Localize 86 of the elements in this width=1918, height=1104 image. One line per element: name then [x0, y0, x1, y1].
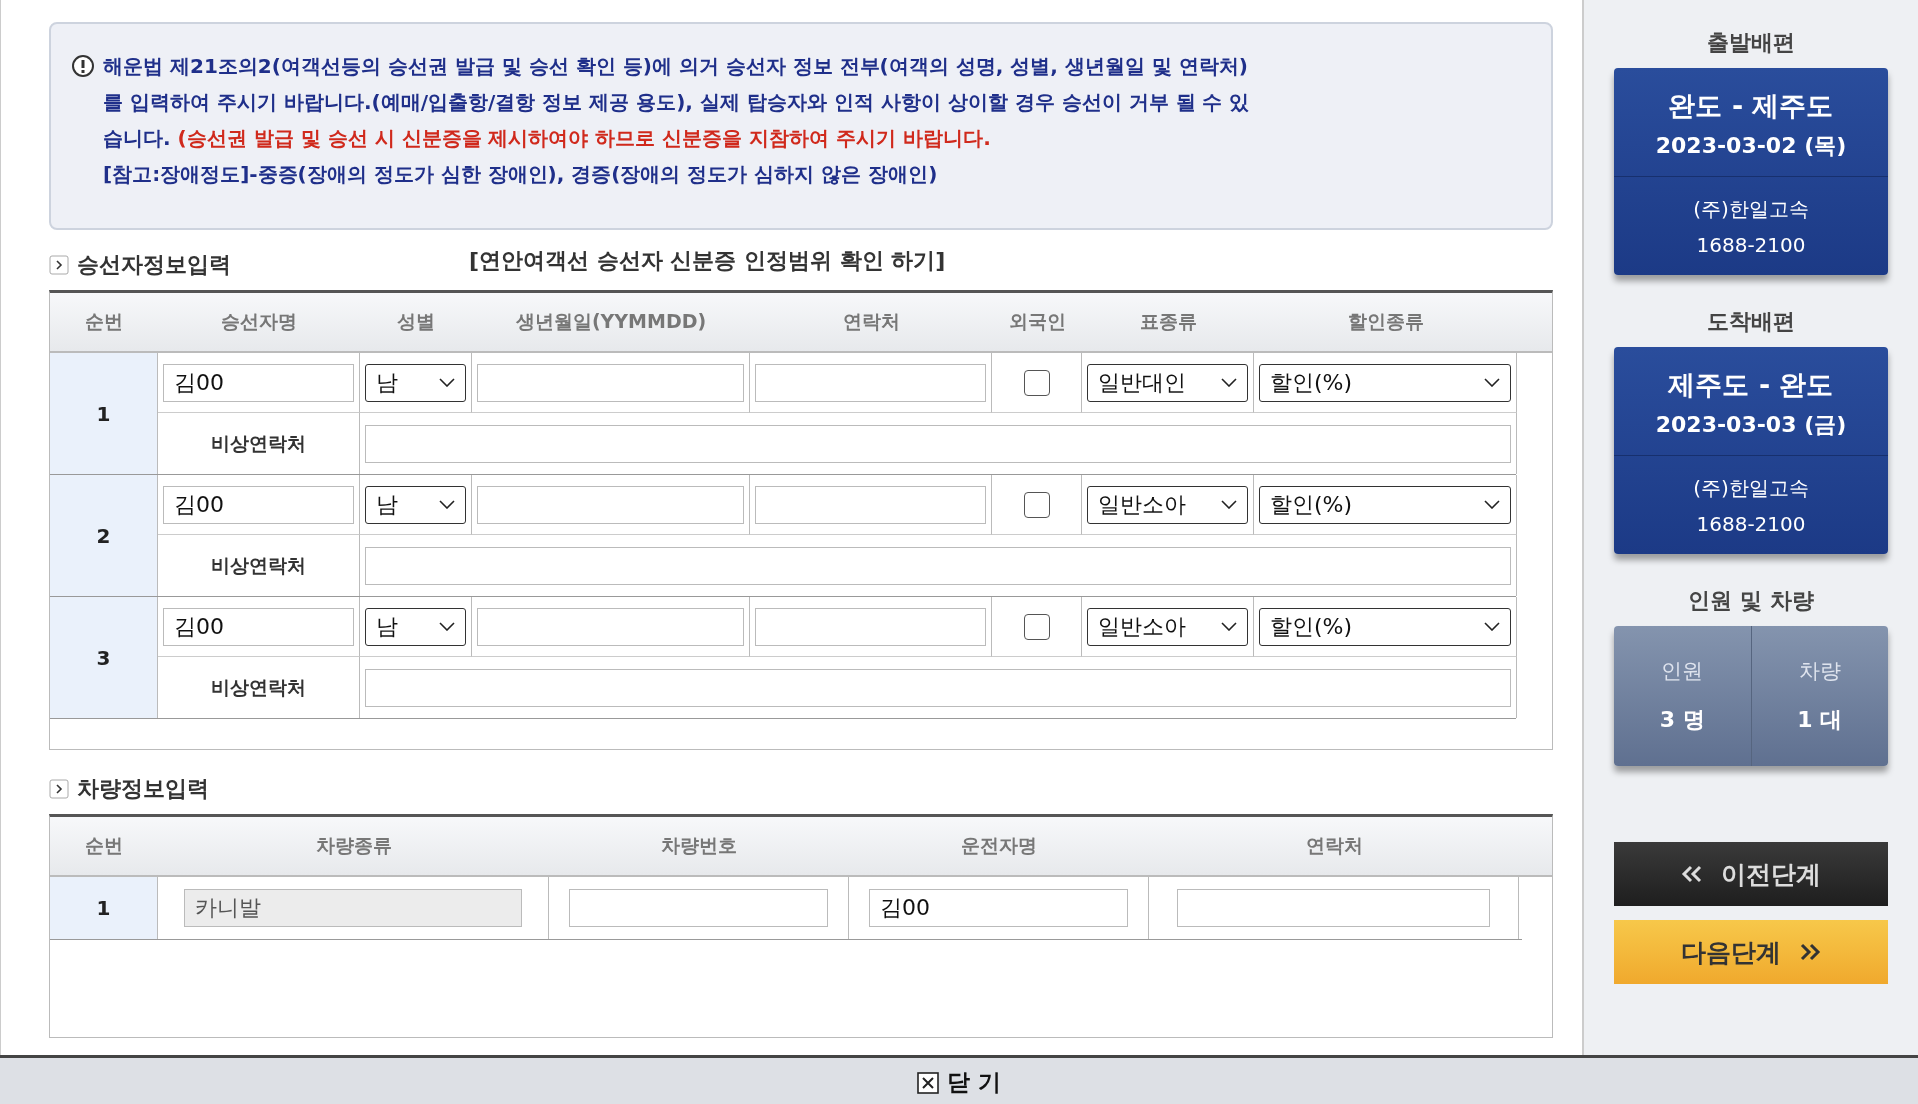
name-field[interactable]: 김00 [163, 607, 354, 646]
plate-number-field[interactable] [569, 889, 828, 927]
column-header: 생년월일(YYMMDD) [514, 309, 708, 334]
name-field[interactable]: 김00 [163, 363, 354, 402]
chevron-down-icon [439, 622, 455, 631]
discount-select[interactable]: 할인(%) [1259, 607, 1511, 646]
phone-field[interactable] [755, 607, 986, 646]
column-header: 외국인 [1007, 309, 1067, 334]
chevron-down-icon [1484, 500, 1500, 509]
row-number: 1 [50, 877, 158, 939]
gender-select[interactable]: 남 [365, 485, 466, 524]
close-icon [917, 1071, 939, 1094]
note-text: [참고:장애정도]-중증(장애의 정도가 심한 장애인), 경증(장애의 정도가 심하지 않은 장애인) [103, 161, 939, 188]
company-text: (주)한일고속 [1692, 196, 1810, 223]
foreigner-checkbox[interactable] [1023, 491, 1050, 518]
emergency-contact-field[interactable] [365, 424, 1511, 463]
emergency-label: 비상연락처 [158, 413, 360, 474]
phone-field[interactable] [755, 363, 986, 402]
discount-select[interactable]: 할인(%) [1259, 485, 1511, 524]
phone-text: 1688-2100 [1695, 232, 1807, 259]
section-title: 차량정보입력 [77, 775, 209, 803]
gender-select[interactable]: 남 [365, 607, 466, 646]
ticket-type-select[interactable]: 일반소아 [1087, 485, 1248, 524]
gender-select[interactable]: 남 [365, 363, 466, 402]
summary-label: 인원 [1661, 658, 1704, 685]
foreigner-checkbox[interactable] [1023, 613, 1050, 640]
column-header: 표종류 [1138, 309, 1198, 334]
phone-field[interactable] [755, 485, 986, 524]
exclamation-icon [71, 54, 95, 78]
emergency-label: 비상연락처 [158, 657, 360, 718]
foreigner-checkbox[interactable] [1023, 369, 1050, 396]
summary-value: 1 대 [1797, 706, 1843, 734]
emergency-label: 비상연락처 [158, 535, 360, 596]
chevron-down-icon [439, 378, 455, 387]
date-text: 2023-03-02 (목) [1654, 132, 1848, 160]
column-header: 할인종류 [1346, 309, 1425, 334]
column-header: 차량종류 [314, 833, 393, 858]
route-text: 완도 - 제주도 [1667, 89, 1835, 123]
chevron-down-icon [1221, 622, 1237, 631]
chevron-down-icon [439, 500, 455, 509]
double-chevron-right-icon [1799, 942, 1821, 962]
discount-select[interactable]: 할인(%) [1259, 363, 1511, 402]
column-header: 성별 [396, 309, 436, 334]
section-heading: 출발배편 [1707, 29, 1795, 57]
row-number: 1 [50, 353, 158, 474]
driver-name-field[interactable]: 김00 [869, 889, 1128, 927]
summary-label: 차량 [1798, 658, 1841, 685]
birthdate-field[interactable] [477, 485, 744, 524]
chevron-down-icon [1484, 378, 1500, 387]
row-number: 3 [50, 597, 158, 718]
chevron-down-icon [1221, 378, 1237, 387]
next-step-button[interactable]: 다음단계 [1614, 920, 1888, 984]
company-text: (주)한일고속 [1692, 475, 1810, 502]
close-button[interactable]: 닫 기 [911, 1066, 1007, 1099]
emergency-contact-field[interactable] [365, 546, 1511, 585]
section-title: 승선자정보입력 [77, 251, 231, 279]
chevron-right-icon [49, 255, 69, 275]
section-heading: 도착배편 [1707, 308, 1795, 336]
chevron-right-icon [49, 779, 69, 799]
phone-text: 1688-2100 [1695, 511, 1807, 538]
name-field[interactable]: 김00 [163, 485, 354, 524]
summary-value: 3 명 [1659, 706, 1705, 734]
birthdate-field[interactable] [477, 607, 744, 646]
id-range-link[interactable]: [연안여객선 승선자 신분증 인정범위 확인 하기] [469, 246, 946, 276]
date-text: 2023-03-03 (금) [1654, 411, 1848, 439]
previous-step-button[interactable]: 이전단계 [1614, 842, 1888, 906]
column-header: 차량번호 [660, 833, 738, 858]
emergency-contact-field[interactable] [365, 668, 1511, 707]
route-text: 제주도 - 완도 [1667, 368, 1835, 402]
column-header: 순번 [84, 309, 124, 334]
phone-field[interactable] [1177, 889, 1490, 927]
column-header: 순번 [84, 833, 124, 858]
row-number: 2 [50, 475, 158, 596]
double-chevron-left-icon [1681, 864, 1703, 884]
chevron-down-icon [1484, 622, 1500, 631]
birthdate-field[interactable] [477, 363, 744, 402]
vehicle-type-field: 카니발 [184, 889, 522, 927]
ticket-type-select[interactable]: 일반대인 [1087, 363, 1248, 402]
notice-text: 해운법 제21조의2(여객선등의 승선권 발급 및 승선 확인 등)에 의거 승선자 정보 전부(여객의 성명, 성별, 생년월일 및 연락처)를 입력하여 주시기 바랍니다.(예매/입출항/결항 정보 제공 용도), 실제 탑승자와 인적 사항이 상이할 경우 승선이 거부 될 수 있습니다. (승선권 발급 및 승선 시 신분증을 제시하여야 하므로 신분증을 지참하여 주시기 바랍니다. [103, 53, 1251, 152]
column-header: 연락처 [1304, 833, 1364, 858]
ticket-type-select[interactable]: 일반소아 [1087, 607, 1248, 646]
column-header: 승선자명 [220, 309, 298, 334]
column-header: 연락처 [841, 309, 901, 334]
section-heading: 인원 및 차량 [1688, 587, 1814, 615]
chevron-down-icon [1221, 500, 1237, 509]
column-header: 운전자명 [960, 833, 1038, 858]
